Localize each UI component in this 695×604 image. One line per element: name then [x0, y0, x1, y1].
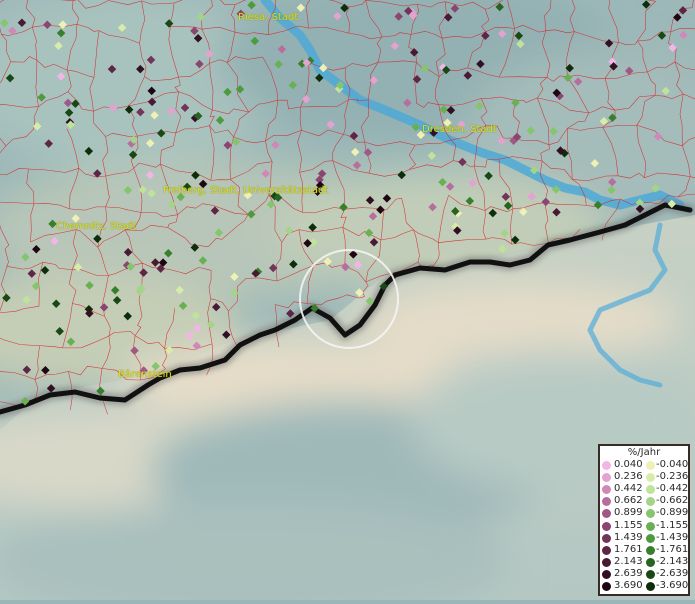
legend-row: 0.040 -0.040	[600, 459, 689, 471]
map-canvas[interactable]	[0, 0, 695, 604]
legend-swatch	[646, 533, 655, 543]
legend-value: 2.639	[614, 567, 643, 579]
map-view[interactable]: Riesa, Stadt Dresden, Stadt Freiberg, St…	[0, 0, 695, 604]
legend-value: 3.690	[614, 580, 643, 591]
legend-value: -0.442	[656, 483, 689, 495]
legend-swatch	[646, 582, 655, 591]
legend-swatch	[602, 533, 611, 543]
legend-swatch	[602, 569, 611, 579]
legend-value: 2.143	[614, 555, 643, 567]
legend-row: 0.662 -0.662	[600, 495, 689, 507]
place-label-chemnitz: Chemnitz, Stadt	[56, 221, 137, 232]
legend-row: 2.143 -2.143	[600, 555, 689, 568]
legend-row: 1.155 -1.155	[600, 519, 689, 532]
legend-swatch	[646, 521, 655, 531]
legend-value: -0.899	[656, 507, 689, 519]
legend-swatch	[602, 497, 611, 507]
legend-swatch	[646, 497, 655, 507]
legend-value: 0.040	[614, 459, 643, 470]
legend-row: 0.899 -0.899	[600, 507, 689, 519]
legend-row: 1.439 -1.439	[600, 531, 689, 544]
legend-value: 0.236	[614, 471, 643, 483]
legend-swatch	[602, 509, 611, 519]
place-label-baerenstein: Bärenstein	[118, 369, 172, 380]
legend-value: 0.442	[614, 483, 643, 495]
legend-swatch	[646, 569, 655, 579]
legend-value: -2.639	[656, 567, 689, 579]
place-label-dresden: Dresden, Stadt	[422, 124, 497, 135]
legend-row: 3.690 -3.690	[600, 580, 689, 592]
legend-swatch	[646, 485, 655, 495]
legend-row: 2.639 -2.639	[600, 567, 689, 580]
legend-swatch	[646, 557, 655, 567]
legend-swatch	[602, 461, 611, 470]
legend-swatch	[602, 557, 611, 567]
legend-row: 0.442 -0.442	[600, 483, 689, 495]
legend-value: -3.690	[656, 580, 689, 591]
legend-swatch	[602, 545, 611, 555]
place-label-freiberg: Freiberg, Stadt, Universitätsstadt	[163, 185, 329, 196]
legend-value: 1.155	[614, 519, 643, 531]
legend-value: -1.439	[656, 531, 689, 543]
legend-value: 0.899	[614, 507, 643, 519]
legend-row: 0.236 -0.236	[600, 471, 689, 483]
legend-swatch	[602, 521, 611, 531]
legend-title: %/Jahr	[627, 447, 661, 458]
legend-row: 1.761 -1.761	[600, 543, 689, 556]
place-label-riesa: Riesa, Stadt	[238, 12, 299, 23]
legend-swatch	[646, 545, 655, 555]
legend-swatch	[646, 461, 655, 470]
legend-value: -2.143	[656, 555, 689, 567]
legend-swatch	[602, 582, 611, 591]
legend-value: 1.761	[614, 543, 643, 555]
legend-value: -1.761	[656, 543, 689, 555]
legend-value: -0.236	[656, 471, 689, 483]
legend-swatch	[602, 473, 611, 483]
legend-value: 1.439	[614, 531, 643, 543]
legend-value: -0.040	[656, 459, 689, 470]
legend-swatch	[602, 485, 611, 495]
legend-value: -1.155	[656, 519, 689, 531]
legend-value: -0.662	[656, 495, 689, 507]
map-legend: %/Jahr 0.040 -0.040 0.236 -0.236 0.442 -0.442…	[598, 444, 690, 596]
legend-swatch	[646, 473, 655, 483]
legend-value: 0.662	[614, 495, 643, 507]
legend-swatch	[646, 509, 655, 519]
